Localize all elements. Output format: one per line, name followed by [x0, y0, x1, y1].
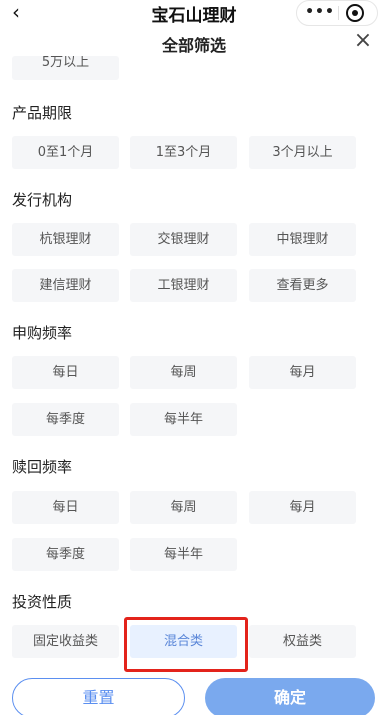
chip-redeem-daily[interactable]: 每日 [12, 491, 119, 524]
section-title-invest-type: 投资性质 [12, 593, 73, 611]
chip-issuer-jiaoyin[interactable]: 交银理财 [130, 223, 237, 256]
chip-issuer-zhongyin[interactable]: 中银理财 [249, 223, 356, 256]
chip-redeem-weekly[interactable]: 每周 [130, 491, 237, 524]
navbar: ‹ 宝石山理财 ••• [0, 0, 388, 26]
chip-issuer-hangyin[interactable]: 杭银理财 [12, 223, 119, 256]
chip-invest-equity[interactable]: 权益类 [249, 625, 356, 658]
chip-term-3m-plus[interactable]: 3个月以上 [249, 136, 356, 169]
confirm-button[interactable]: 确定 [205, 678, 375, 715]
chip-purchase-quarterly[interactable]: 每季度 [12, 403, 119, 436]
chip-issuer-view-more[interactable]: 查看更多 [249, 269, 356, 302]
menu-capsule: ••• [296, 0, 378, 26]
section-title-purchase-freq: 申购频率 [12, 324, 73, 342]
filter-panel-title: 全部筛选 [161, 36, 226, 55]
filter-content[interactable]: 5万以上 产品期限 0至1个月 1至3个月 3个月以上 发行机构 杭银理财 交银… [0, 56, 388, 666]
section-title-term: 产品期限 [12, 104, 73, 122]
section-title-issuer: 发行机构 [12, 191, 73, 209]
chip-purchase-half-year[interactable]: 每半年 [130, 403, 237, 436]
chip-term-0-1m[interactable]: 0至1个月 [12, 136, 119, 169]
close-miniprogram-icon[interactable] [346, 4, 364, 22]
chip-purchase-weekly[interactable]: 每周 [130, 356, 237, 389]
close-icon[interactable]: × [352, 28, 374, 54]
chip-invest-mixed-selected[interactable]: 混合类 [130, 625, 237, 658]
capsule-divider [338, 6, 339, 20]
chip-redeem-monthly[interactable]: 每月 [249, 491, 356, 524]
chip-invest-fixed-income[interactable]: 固定收益类 [12, 625, 119, 658]
chip-redeem-quarterly[interactable]: 每季度 [12, 538, 119, 571]
chip-redeem-half-year[interactable]: 每半年 [130, 538, 237, 571]
chip-issuer-jianxin[interactable]: 建信理财 [12, 269, 119, 302]
more-icon[interactable]: ••• [305, 1, 335, 25]
chip-purchase-daily[interactable]: 每日 [12, 356, 119, 389]
section-title-redeem-freq: 赎回频率 [12, 458, 73, 476]
chip-purchase-monthly[interactable]: 每月 [249, 356, 356, 389]
chip-term-1-3m[interactable]: 1至3个月 [130, 136, 237, 169]
chip-issuer-gongyin[interactable]: 工银理财 [130, 269, 237, 302]
chip-amount-5w[interactable]: 5万以上 [12, 56, 119, 80]
reset-button[interactable]: 重置 [12, 678, 185, 715]
